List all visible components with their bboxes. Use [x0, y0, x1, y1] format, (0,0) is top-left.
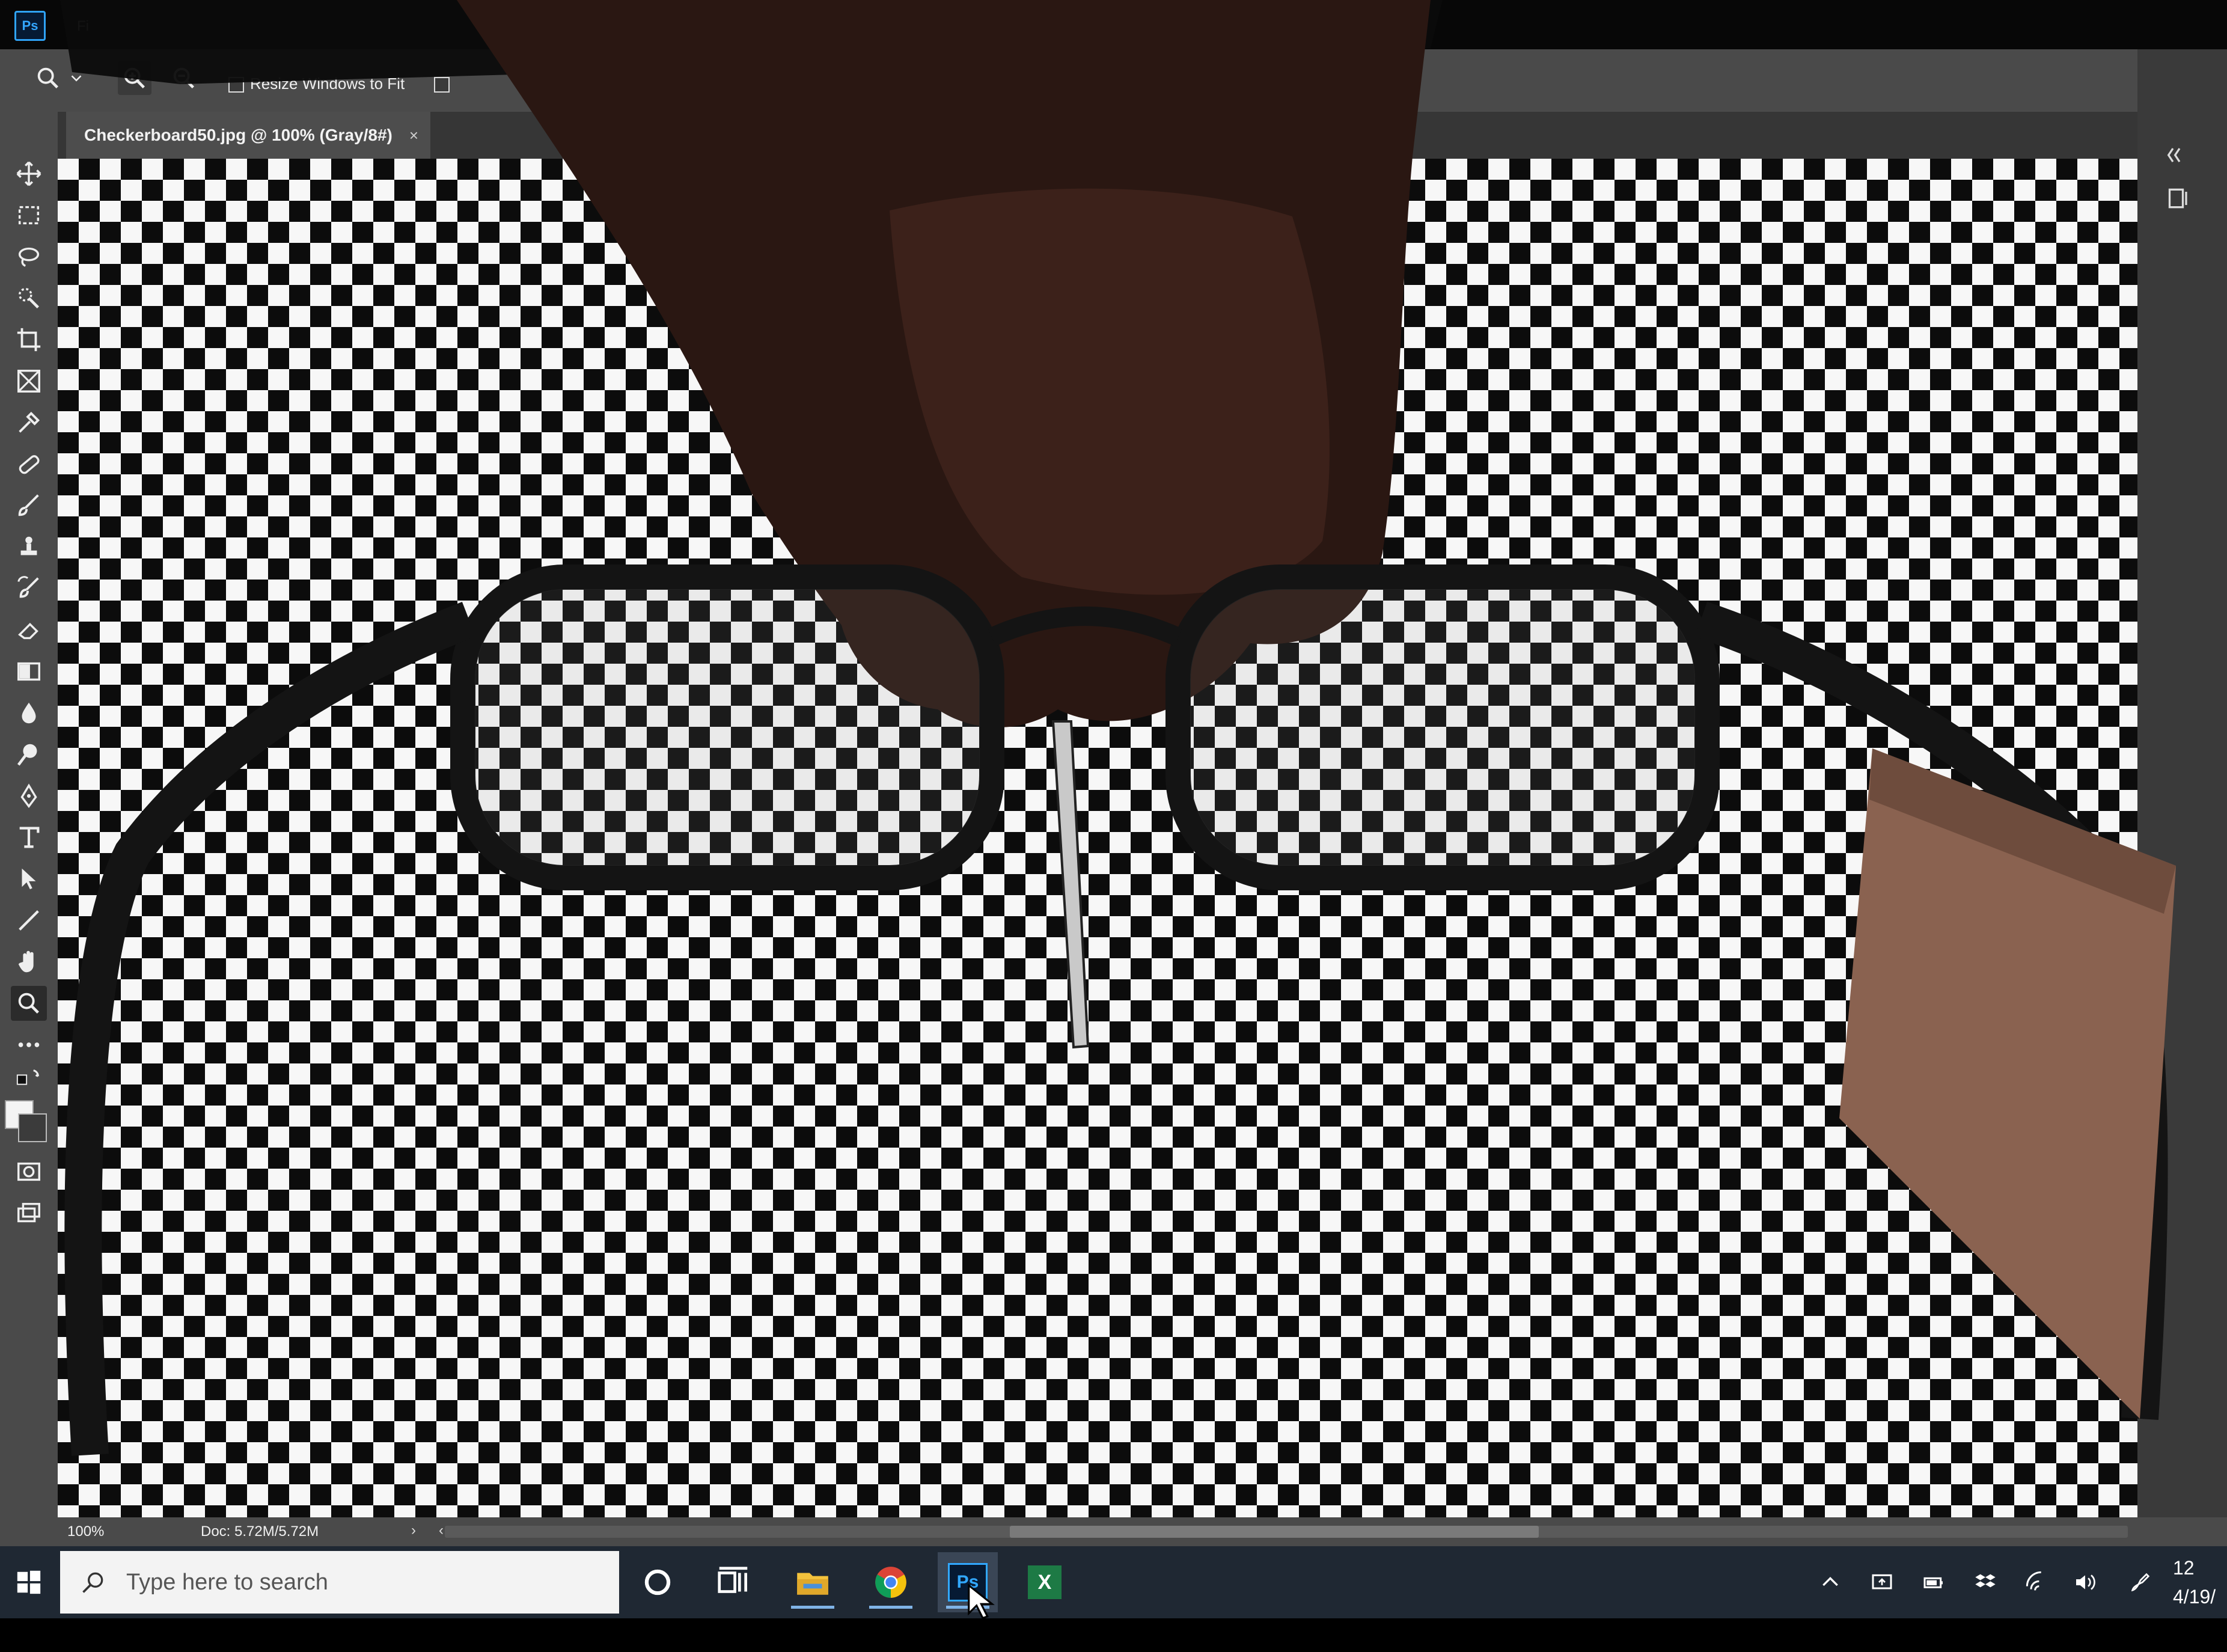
zoom-in-icon[interactable] — [118, 61, 151, 95]
checkerboard-image — [58, 159, 2137, 1517]
windows-taskbar: Type here to search Ps X 12 4/19/ — [0, 1546, 2227, 1620]
healing-brush-tool-icon[interactable] — [11, 447, 47, 482]
line-tool-icon[interactable] — [11, 903, 47, 938]
more-tools-icon[interactable] — [11, 1027, 47, 1062]
document-canvas[interactable] — [58, 159, 2137, 1517]
scrollbar-thumb[interactable] — [1010, 1526, 1539, 1538]
preset-dropdown-chevron-icon[interactable] — [67, 61, 85, 95]
history-brush-tool-icon[interactable] — [11, 571, 47, 606]
resize-windows-label: Resize Windows to Fit — [250, 75, 405, 93]
search-placeholder: Type here to search — [126, 1569, 328, 1595]
move-tool-icon[interactable] — [11, 156, 47, 191]
doc-size: Doc: 5.72M/5.72M — [201, 1523, 319, 1540]
marquee-tool-icon[interactable] — [11, 198, 47, 233]
status-menu-arrow[interactable]: › — [411, 1522, 416, 1539]
chrome-button[interactable] — [861, 1552, 921, 1612]
file-explorer-button[interactable] — [783, 1552, 843, 1612]
tab-title: Checkerboard50.jpg @ 100% (Gray/8#) — [84, 126, 393, 144]
taskbar-search-box[interactable]: Type here to search — [60, 1551, 619, 1614]
tablet-mode-icon[interactable] — [1867, 1564, 1897, 1600]
collapse-panels-icon[interactable] — [2164, 139, 2195, 171]
lasso-tool-icon[interactable] — [11, 239, 47, 274]
document-tab-bar: Checkerboard50.jpg @ 100% (Gray/8#) × — [0, 112, 2227, 159]
brush-tool-icon[interactable] — [11, 488, 47, 523]
task-view-icon — [718, 1567, 748, 1593]
taskbar-clock[interactable]: 12 4/19/ — [2173, 1553, 2227, 1611]
running-indicator — [791, 1606, 834, 1609]
options-bar: Resize Windows to Fit — [0, 49, 2227, 112]
zoom-tool-preset-icon[interactable] — [31, 61, 65, 95]
status-bar: 100% Doc: 5.72M/5.72M › ‹ — [0, 1517, 2227, 1546]
cortana-icon — [644, 1569, 671, 1595]
type-tool-icon[interactable] — [11, 820, 47, 855]
gradient-tool-icon[interactable] — [11, 654, 47, 689]
screen-mode-icon[interactable] — [11, 1196, 47, 1231]
task-view-button[interactable] — [703, 1552, 763, 1612]
photoshop-menu-bar: Ps Fi — [0, 0, 2227, 49]
eyedropper-tool-icon[interactable] — [11, 405, 47, 440]
scroll-left-arrow[interactable]: ‹ — [439, 1522, 444, 1539]
clock-date: 4/19/ — [2173, 1586, 2216, 1608]
resize-windows-checkbox[interactable] — [228, 77, 244, 93]
chrome-icon — [875, 1567, 906, 1598]
search-icon — [60, 1569, 126, 1595]
photoshop-logo[interactable]: Ps — [14, 11, 46, 41]
quick-select-tool-icon[interactable] — [11, 281, 47, 316]
close-tab-icon[interactable]: × — [409, 126, 418, 145]
windows-logo-icon — [17, 1570, 41, 1594]
clone-stamp-tool-icon[interactable] — [11, 530, 47, 564]
screen-bezel — [0, 1618, 2227, 1652]
horizontal-scrollbar[interactable] — [445, 1526, 2128, 1538]
mouse-cursor-icon — [968, 1583, 995, 1620]
folder-icon — [797, 1573, 828, 1595]
frame-tool-icon[interactable] — [11, 364, 47, 399]
volume-icon[interactable] — [2070, 1564, 2100, 1600]
quick-mask-icon[interactable] — [11, 1154, 47, 1189]
eraser-tool-icon[interactable] — [11, 613, 47, 647]
excel-icon: X — [1028, 1565, 1062, 1599]
battery-icon[interactable] — [1919, 1564, 1949, 1600]
hand-tool-icon[interactable] — [11, 944, 47, 979]
photoshop-taskbar-button[interactable]: Ps — [938, 1552, 998, 1620]
crop-tool-icon[interactable] — [11, 322, 47, 357]
swap-colors-icon[interactable] — [11, 1068, 47, 1092]
dodge-tool-icon[interactable] — [11, 737, 47, 772]
background-color-swatch[interactable] — [18, 1113, 47, 1142]
blur-tool-icon[interactable] — [11, 696, 47, 730]
zoom-level[interactable]: 100% — [67, 1523, 104, 1540]
running-indicator — [869, 1606, 912, 1609]
tab-checkerboard[interactable]: Checkerboard50.jpg @ 100% (Gray/8#) × — [66, 112, 431, 159]
clock-time: 12 — [2173, 1557, 2195, 1579]
pen-ink-icon[interactable] — [2125, 1564, 2155, 1600]
zoom-out-icon[interactable] — [167, 61, 201, 95]
pen-tool-icon[interactable] — [11, 779, 47, 813]
menu-file[interactable]: Fi — [77, 18, 89, 35]
zoom-all-windows-checkbox[interactable] — [434, 77, 450, 93]
wifi-icon[interactable] — [2022, 1564, 2052, 1600]
tools-panel — [0, 112, 58, 1531]
show-hidden-icons-button[interactable] — [1815, 1564, 1845, 1600]
right-panel-dock — [2137, 49, 2227, 1528]
start-button[interactable] — [0, 1546, 58, 1618]
dropbox-icon[interactable] — [1970, 1564, 2000, 1600]
history-panel-icon[interactable] — [2164, 183, 2195, 214]
path-select-tool-icon[interactable] — [11, 861, 47, 896]
cortana-button[interactable] — [628, 1552, 688, 1612]
zoom-tool-icon[interactable] — [11, 986, 47, 1021]
excel-button[interactable]: X — [1015, 1552, 1075, 1612]
